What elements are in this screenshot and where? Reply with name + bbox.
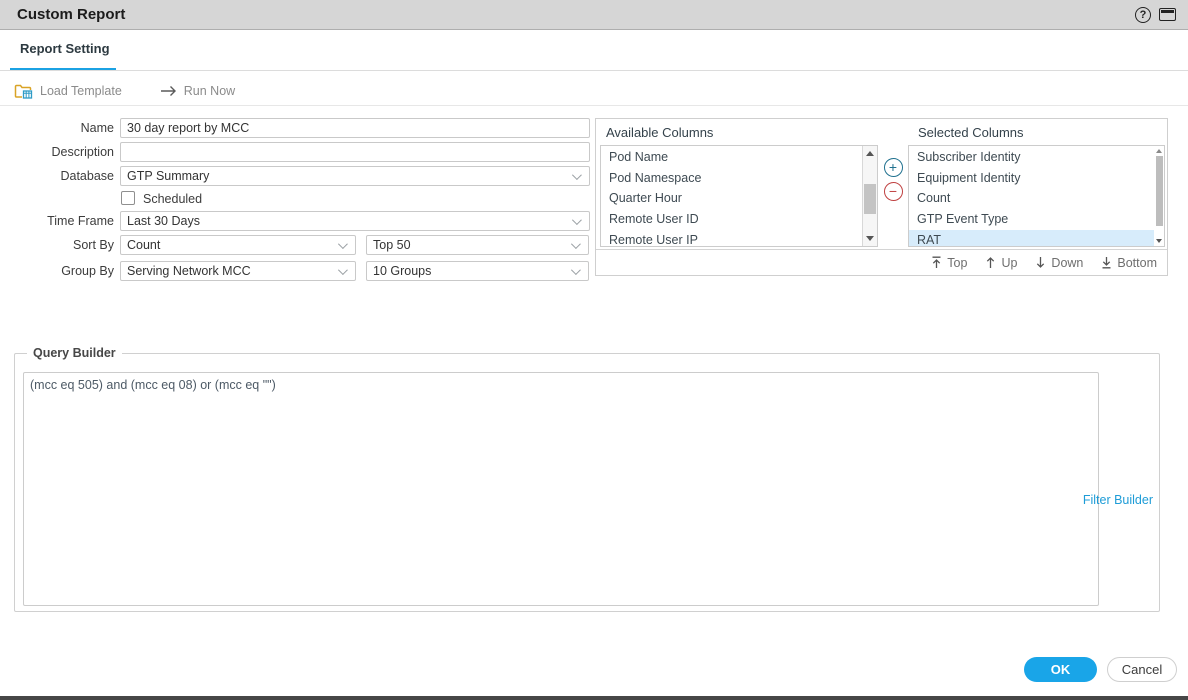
move-top-button[interactable]: Top — [931, 256, 967, 270]
arrow-up-icon — [985, 256, 996, 269]
list-item[interactable]: Count — [909, 188, 1154, 209]
columns-panel: Available Columns Pod NamePod NamespaceQ… — [595, 118, 1168, 276]
scroll-down-icon[interactable] — [866, 236, 874, 241]
dialog-bottom-edge — [0, 696, 1188, 700]
available-columns-scrollbar[interactable] — [862, 146, 877, 246]
time-frame-value: Last 30 Days — [127, 212, 572, 230]
list-item[interactable]: Equipment Identity — [909, 168, 1154, 189]
window-icon[interactable] — [1159, 8, 1176, 21]
cancel-button[interactable]: Cancel — [1107, 657, 1177, 682]
scheduled-checkbox[interactable] — [121, 191, 135, 205]
sort-by-limit-select[interactable]: Top 50 — [366, 235, 589, 255]
list-item[interactable]: GTP Event Type — [909, 209, 1154, 230]
columns-gutter: + − — [878, 119, 908, 249]
database-select[interactable]: GTP Summary — [120, 166, 590, 186]
query-builder-section: Query Builder (mcc eq 505) and (mcc eq 0… — [14, 346, 1160, 612]
tab-bar: Report Setting — [0, 31, 1188, 71]
database-label: Database — [0, 166, 114, 186]
remove-column-button[interactable]: − — [884, 182, 903, 201]
scrollbar-thumb[interactable] — [864, 184, 876, 214]
selected-columns-list: Subscriber IdentityEquipment IdentityCou… — [909, 147, 1154, 247]
scheduled-label: Scheduled — [143, 191, 202, 207]
chevron-down-icon — [571, 265, 581, 275]
ok-button[interactable]: OK — [1024, 657, 1097, 682]
tab-report-setting[interactable]: Report Setting — [20, 41, 110, 56]
load-template-folder-icon — [14, 83, 33, 99]
chevron-down-icon — [572, 215, 582, 225]
chevron-down-icon — [338, 265, 348, 275]
available-columns-title: Available Columns — [596, 119, 878, 145]
available-columns-panel: Available Columns Pod NamePod NamespaceQ… — [596, 119, 878, 249]
chevron-down-icon — [338, 239, 348, 249]
filter-builder-link[interactable]: Filter Builder — [1083, 493, 1153, 507]
query-builder-legend: Query Builder — [27, 346, 122, 360]
move-up-button[interactable]: Up — [985, 256, 1017, 270]
description-label: Description — [0, 142, 114, 162]
query-builder-textarea[interactable]: (mcc eq 505) and (mcc eq 08) or (mcc eq … — [23, 372, 1099, 606]
list-item[interactable]: Remote User IP — [601, 230, 861, 247]
move-bottom-button[interactable]: Bottom — [1101, 256, 1157, 270]
load-template-label: Load Template — [40, 84, 122, 98]
group-by-label: Group By — [0, 261, 114, 281]
move-buttons-bar: Top Up Down Bottom — [596, 249, 1167, 275]
group-by-select[interactable]: Serving Network MCC — [120, 261, 356, 281]
scroll-down-icon[interactable] — [1156, 239, 1162, 243]
move-bottom-label: Bottom — [1117, 256, 1157, 270]
time-frame-select[interactable]: Last 30 Days — [120, 211, 590, 231]
time-frame-label: Time Frame — [0, 211, 114, 231]
chevron-down-icon — [572, 170, 582, 180]
arrow-to-bottom-icon — [1101, 256, 1112, 269]
list-item[interactable]: Quarter Hour — [601, 188, 861, 209]
list-item[interactable]: Pod Namespace — [601, 168, 861, 189]
selected-columns-listbox: Subscriber IdentityEquipment IdentityCou… — [908, 145, 1165, 247]
name-input[interactable] — [120, 118, 590, 138]
list-item[interactable]: RAT — [909, 230, 1154, 247]
dialog-titlebar: Custom Report ? — [0, 0, 1188, 30]
group-by-limit-select[interactable]: 10 Groups — [366, 261, 589, 281]
sort-by-select[interactable]: Count — [120, 235, 356, 255]
page-title: Custom Report — [12, 6, 125, 23]
run-now-arrow-icon — [160, 85, 177, 97]
run-now-button[interactable]: Run Now — [160, 84, 235, 98]
move-up-label: Up — [1001, 256, 1017, 270]
help-icon[interactable]: ? — [1135, 7, 1151, 23]
add-column-button[interactable]: + — [884, 158, 903, 177]
selected-columns-scrollbar[interactable] — [1155, 146, 1164, 246]
scroll-up-icon[interactable] — [1156, 149, 1162, 153]
arrow-to-top-icon — [931, 256, 942, 269]
chevron-down-icon — [571, 239, 581, 249]
load-template-button[interactable]: Load Template — [14, 83, 122, 99]
list-item[interactable]: Pod Name — [601, 147, 861, 168]
name-label: Name — [0, 118, 114, 138]
move-top-label: Top — [947, 256, 967, 270]
list-item[interactable]: Remote User ID — [601, 209, 861, 230]
arrow-down-icon — [1035, 256, 1046, 269]
run-now-label: Run Now — [184, 84, 235, 98]
selected-columns-panel: Selected Columns Subscriber IdentityEqui… — [908, 119, 1167, 249]
sort-by-label: Sort By — [0, 235, 114, 255]
move-down-button[interactable]: Down — [1035, 256, 1083, 270]
toolbar: Load Template Run Now — [0, 76, 1188, 106]
tab-divider — [0, 70, 1188, 71]
available-columns-list: Pod NamePod NamespaceQuarter HourRemote … — [601, 147, 861, 247]
group-by-limit-value: 10 Groups — [373, 262, 571, 280]
available-columns-listbox: Pod NamePod NamespaceQuarter HourRemote … — [600, 145, 878, 247]
database-value: GTP Summary — [127, 167, 572, 185]
list-item[interactable]: Subscriber Identity — [909, 147, 1154, 168]
move-down-label: Down — [1051, 256, 1083, 270]
scrollbar-thumb[interactable] — [1156, 156, 1163, 226]
sort-by-value: Count — [127, 236, 338, 254]
sort-by-limit-value: Top 50 — [373, 236, 571, 254]
description-input[interactable] — [120, 142, 590, 162]
group-by-value: Serving Network MCC — [127, 262, 338, 280]
selected-columns-title: Selected Columns — [908, 119, 1167, 145]
scroll-up-icon[interactable] — [866, 151, 874, 156]
